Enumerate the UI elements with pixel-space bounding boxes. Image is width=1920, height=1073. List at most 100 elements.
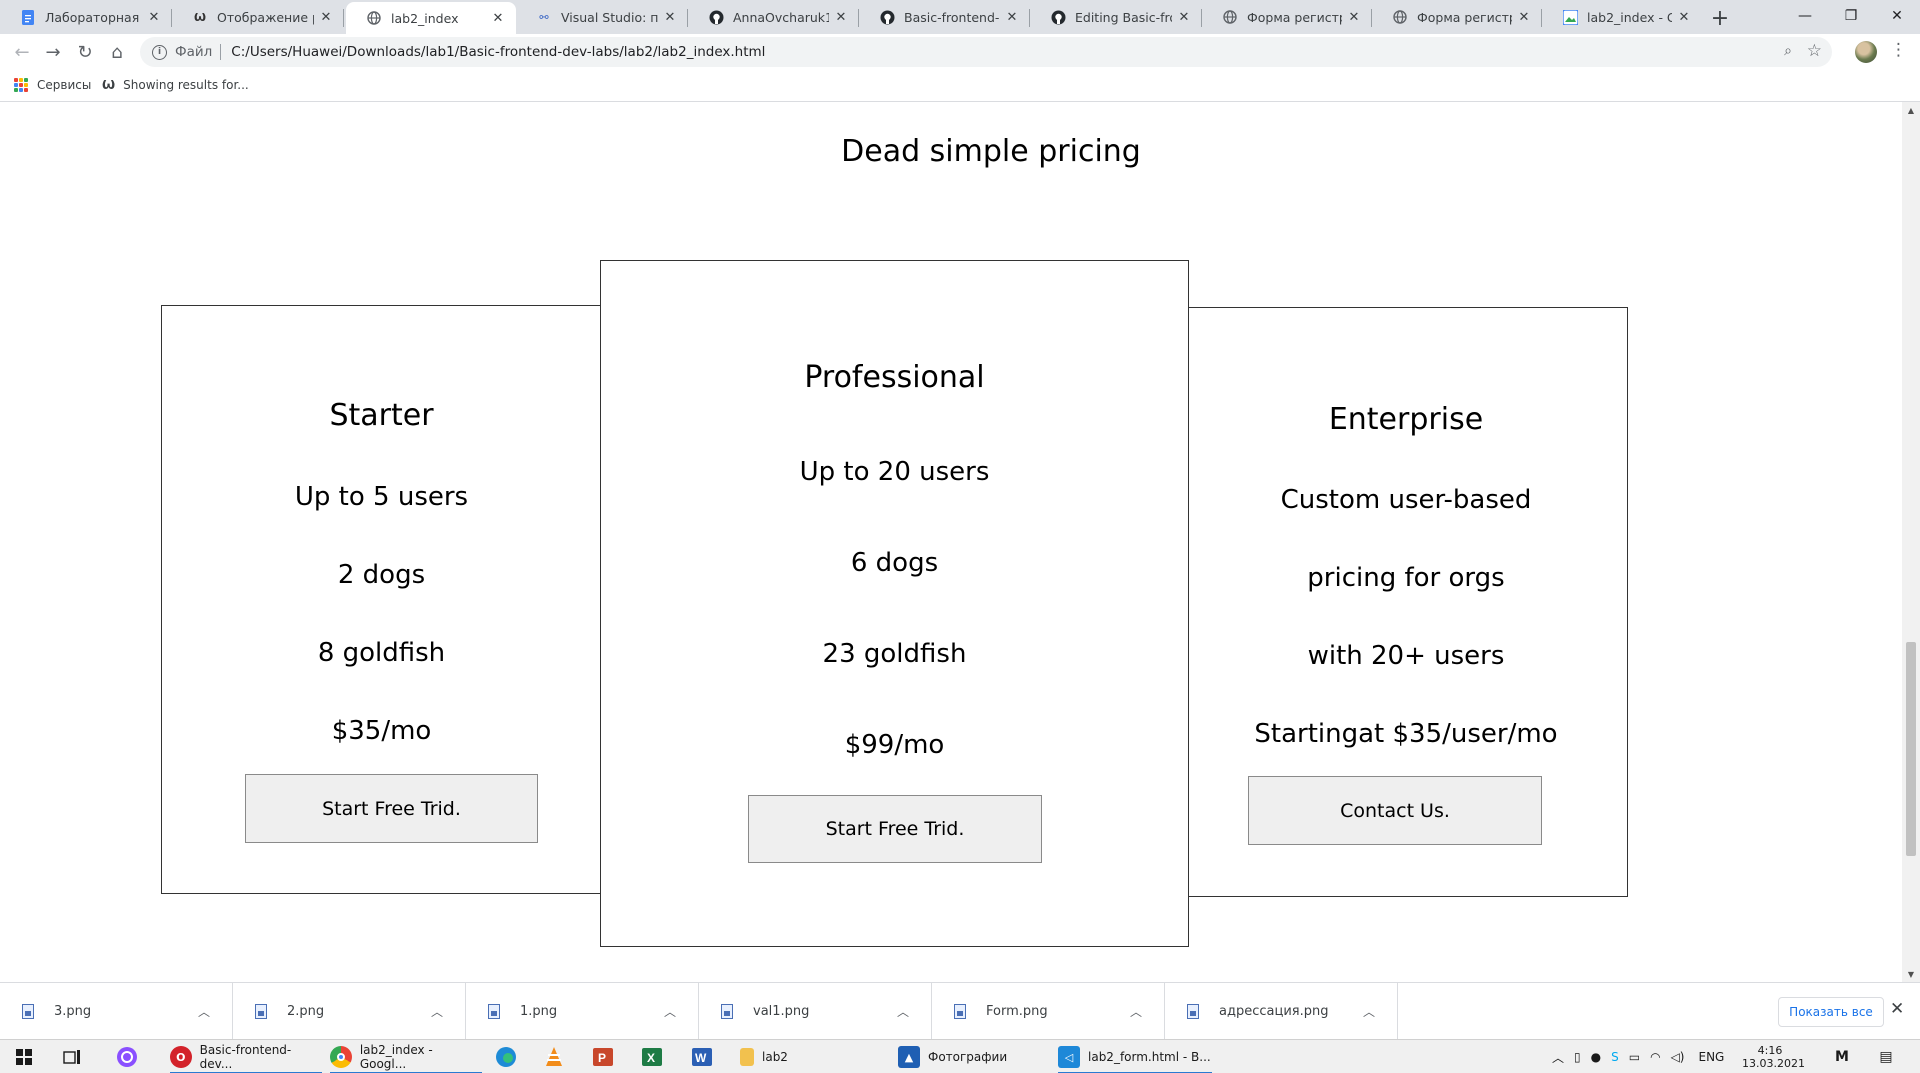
chevron-up-icon[interactable]: ︿ — [1359, 1003, 1379, 1020]
tab-visual-studio[interactable]: ⚯ Visual Studio: поо ✕ — [516, 0, 688, 34]
scrollbar-thumb[interactable] — [1906, 642, 1916, 856]
chevron-up-icon[interactable]: ︿ — [1126, 1003, 1146, 1020]
powerpoint-icon[interactable]: P — [591, 1046, 615, 1068]
plan-feature: Custom user-based — [1280, 485, 1532, 515]
tab-title: Форма регистраци — [1417, 9, 1512, 25]
taskbar-app-chrome[interactable]: lab2_index - Googl... — [330, 1040, 482, 1073]
file-icon — [22, 1003, 34, 1019]
bookmark-star-icon[interactable]: ☆ — [1807, 41, 1822, 61]
system-tray: ︿ ▯ ● S ▭ ◠ ◁) ENG — [1552, 1040, 1724, 1073]
download-item[interactable]: 1.png ︿ — [466, 983, 699, 1039]
download-item[interactable]: адрессация.png ︿ — [1165, 983, 1398, 1039]
close-icon[interactable]: ✕ — [1676, 9, 1692, 25]
skype-icon[interactable]: S — [1611, 1050, 1619, 1064]
address-bar[interactable]: i Файл C:/Users/Huawei/Downloads/lab1/Ba… — [140, 37, 1832, 67]
download-item[interactable]: val1.png ︿ — [699, 983, 932, 1039]
edge-icon[interactable] — [494, 1046, 518, 1068]
url-text[interactable]: C:/Users/Huawei/Downloads/lab1/Basic-fro… — [231, 44, 765, 60]
taskbar-app-opera[interactable]: O Basic-frontend-dev... — [170, 1040, 322, 1073]
taskbar-app-label: lab2 — [762, 1050, 788, 1064]
chevron-up-icon[interactable]: ︿ — [194, 1003, 214, 1020]
language-indicator[interactable]: ENG — [1698, 1050, 1724, 1064]
file-icon — [255, 1003, 267, 1019]
tab-github-repo[interactable]: AnnaOvcharuk1/Ba ✕ — [688, 0, 859, 34]
tab-lab-report[interactable]: Лабораторная раб ✕ — [0, 0, 172, 34]
tab-registration-2[interactable]: Форма регистраци ✕ — [1372, 0, 1542, 34]
wifi-icon[interactable]: ◠ — [1650, 1050, 1660, 1064]
close-icon[interactable]: ✕ — [1004, 9, 1020, 25]
svg-text:P: P — [598, 1051, 606, 1065]
microphone-icon[interactable]: ● — [1591, 1050, 1601, 1064]
forward-button[interactable]: → — [39, 38, 67, 66]
close-icon[interactable]: ✕ — [1176, 9, 1192, 25]
phone-icon[interactable]: ▯ — [1574, 1050, 1581, 1064]
download-item[interactable]: 2.png ︿ — [233, 983, 466, 1039]
taskbar-app-vscode[interactable]: ◁ lab2_form.html - B... — [1058, 1040, 1212, 1073]
plan-feature: 6 dogs — [850, 548, 939, 578]
close-icon[interactable]: ✕ — [1516, 9, 1532, 25]
reload-button[interactable]: ↻ — [71, 38, 99, 66]
contact-us-button[interactable]: Contact Us. — [1248, 776, 1542, 845]
windows-start-icon[interactable] — [12, 1046, 36, 1068]
close-icon[interactable]: ✕ — [146, 9, 162, 25]
cat-icon: Ѡ — [102, 78, 116, 92]
page-scrollbar[interactable]: ▲ ▼ — [1902, 102, 1920, 982]
battery-icon[interactable]: ▭ — [1629, 1050, 1640, 1064]
tab-lab2-index[interactable]: lab2_index ✕ — [346, 2, 516, 34]
chevron-up-icon[interactable]: ︿ — [1552, 1049, 1564, 1066]
plan-feature: with 20+ users — [1307, 641, 1505, 671]
vlc-icon[interactable] — [542, 1046, 566, 1068]
back-button[interactable]: ← — [8, 38, 36, 66]
close-icon[interactable]: ✕ — [1890, 999, 1904, 1019]
close-icon[interactable]: ✕ — [318, 9, 334, 25]
window-close-button[interactable]: ✕ — [1874, 0, 1920, 32]
scroll-up-arrow-icon[interactable]: ▲ — [1902, 102, 1920, 118]
task-view-icon[interactable] — [60, 1046, 84, 1068]
svg-text:X: X — [647, 1051, 655, 1065]
close-icon[interactable]: ✕ — [833, 9, 849, 25]
menu-icon[interactable]: ⋮ — [1890, 40, 1907, 60]
download-item[interactable]: 3.png ︿ — [0, 983, 233, 1039]
download-item[interactable]: Form.png ︿ — [932, 983, 1165, 1039]
tab-strip: Лабораторная раб ✕ Ѡ Отображение резу ✕ … — [0, 0, 1920, 34]
page-title: Dead simple pricing — [841, 134, 1141, 169]
start-trial-button[interactable]: Start Free Trid. — [245, 774, 538, 843]
tab-registration-1[interactable]: Форма регистраци ✕ — [1202, 0, 1372, 34]
app-tray-icon[interactable]: M — [1830, 1046, 1854, 1068]
home-button[interactable]: ⌂ — [103, 38, 131, 66]
profile-avatar[interactable] — [1855, 41, 1877, 63]
clock[interactable]: 4:16 13.03.2021 — [1742, 1044, 1805, 1070]
tab-results[interactable]: Ѡ Отображение резу ✕ — [172, 0, 344, 34]
speaker-icon[interactable]: ◁) — [1671, 1050, 1685, 1064]
share-icon: ⚯ — [539, 10, 549, 24]
chevron-up-icon[interactable]: ︿ — [660, 1003, 680, 1020]
alice-icon[interactable] — [115, 1046, 139, 1068]
chevron-up-icon[interactable]: ︿ — [893, 1003, 913, 1020]
close-icon[interactable]: ✕ — [490, 10, 506, 26]
bookmark-apps[interactable]: Сервисы — [14, 78, 91, 92]
new-tab-button[interactable]: + — [1706, 4, 1734, 32]
zoom-icon[interactable]: ⌕ — [1784, 43, 1792, 59]
taskbar-app-folder[interactable]: lab2 — [740, 1040, 890, 1073]
tab-google-images[interactable]: lab2_index - Googl ✕ — [1542, 0, 1702, 34]
info-icon[interactable]: i — [152, 44, 167, 60]
svg-text:W: W — [695, 1051, 707, 1065]
taskbar-app-photos[interactable]: ▲ Фотографии — [898, 1040, 1050, 1073]
show-all-downloads-button[interactable]: Показать все — [1778, 997, 1884, 1027]
notifications-icon[interactable]: ▤ — [1874, 1046, 1898, 1068]
start-trial-button[interactable]: Start Free Trid. — [748, 795, 1042, 863]
plan-name: Enterprise — [1328, 402, 1484, 437]
bookmark-label: Сервисы — [37, 78, 92, 92]
close-icon[interactable]: ✕ — [1346, 9, 1362, 25]
scroll-down-arrow-icon[interactable]: ▼ — [1902, 966, 1920, 982]
tab-github-basic[interactable]: Basic-frontend-dev ✕ — [859, 0, 1030, 34]
close-icon[interactable]: ✕ — [662, 9, 678, 25]
minimize-button[interactable]: — — [1782, 0, 1828, 32]
taskbar-app-label: lab2_form.html - B... — [1088, 1050, 1211, 1064]
chevron-up-icon[interactable]: ︿ — [427, 1003, 447, 1020]
restore-button[interactable]: ❐ — [1828, 0, 1874, 32]
excel-icon[interactable]: X — [640, 1046, 664, 1068]
tab-github-editing[interactable]: Editing Basic-fronte ✕ — [1030, 0, 1202, 34]
word-icon[interactable]: W — [690, 1046, 714, 1068]
bookmark-showing-results[interactable]: Ѡ Showing results for... — [102, 78, 249, 92]
